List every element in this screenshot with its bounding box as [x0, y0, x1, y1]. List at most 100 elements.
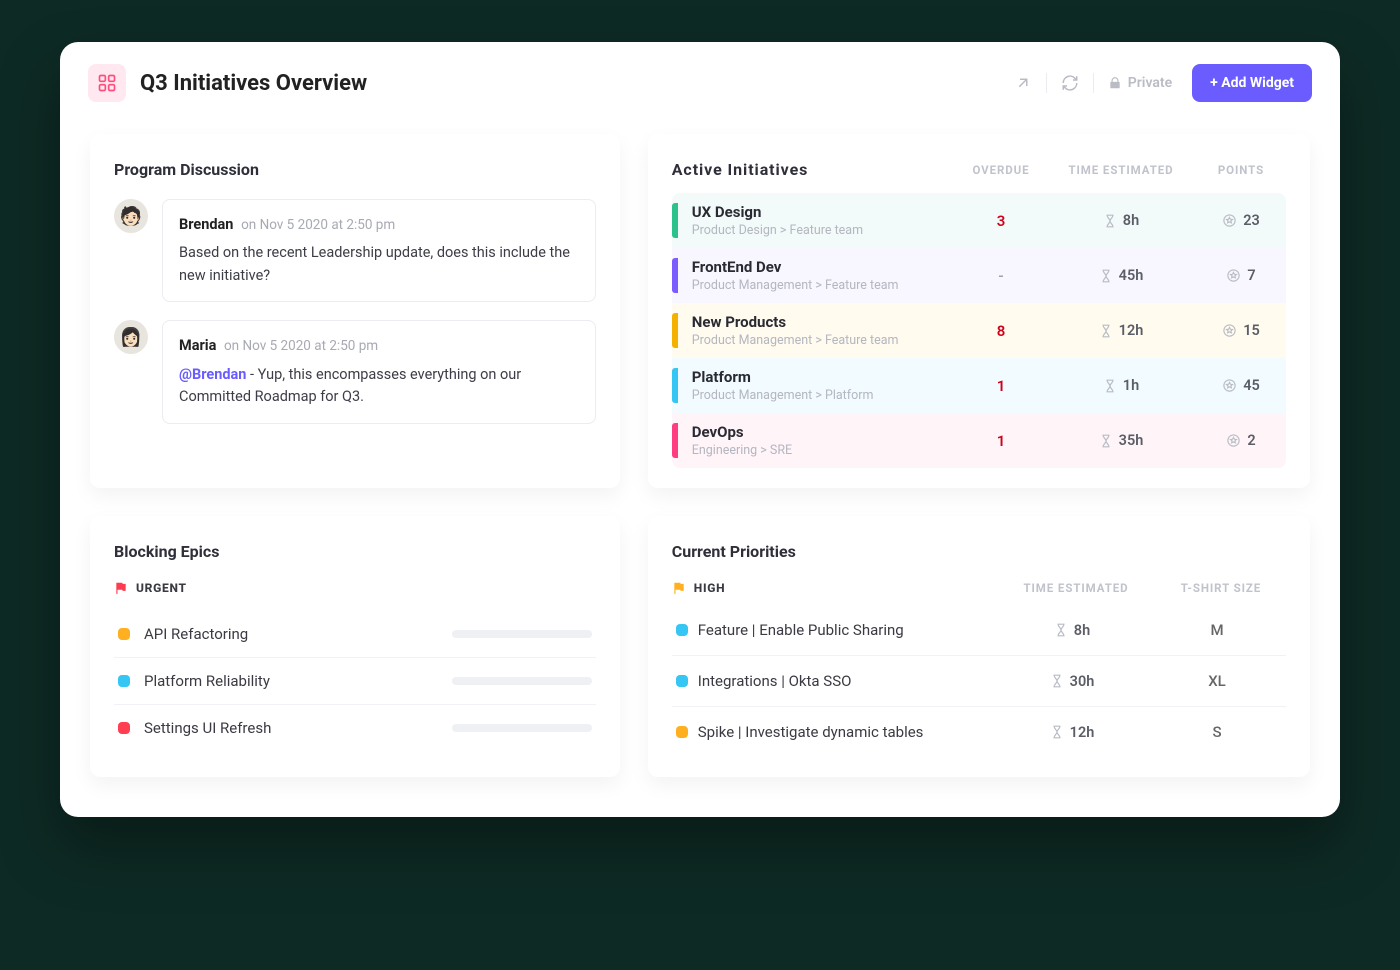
- color-swatch: [118, 675, 130, 687]
- priorities-title: Current Priorities: [672, 542, 1286, 561]
- high-label: HIGH: [694, 581, 726, 595]
- discussion-title: Program Discussion: [114, 160, 596, 179]
- initiative-path: Product Management > Feature team: [692, 278, 946, 293]
- divider: [1093, 73, 1094, 93]
- initiative-main: New Products Product Management > Feature…: [678, 313, 956, 348]
- privacy-toggle[interactable]: Private: [1108, 75, 1172, 91]
- flag-icon: [114, 581, 128, 595]
- priority-row[interactable]: Integrations | Okta SSO30hXL: [672, 656, 1286, 707]
- discussion-card: Program Discussion 🧑🏻 Brendan on Nov 5 2…: [90, 134, 620, 488]
- time-estimated: 45h: [1046, 267, 1196, 284]
- overdue-count: 8: [956, 322, 1046, 340]
- avatar: 👩🏻: [114, 320, 148, 354]
- flag-icon: [672, 581, 686, 595]
- high-flag: HIGH: [672, 581, 996, 595]
- star-badge-icon: [1226, 268, 1241, 283]
- initiative-main: UX Design Product Design > Feature team: [678, 203, 956, 238]
- epic-row[interactable]: Platform Reliability: [114, 658, 596, 705]
- initiative-name: UX Design: [692, 203, 946, 221]
- comment-bubble[interactable]: Brendan on Nov 5 2020 at 2:50 pm Based o…: [162, 199, 596, 302]
- initiative-name: New Products: [692, 313, 946, 331]
- overdue-count: 1: [956, 432, 1046, 450]
- add-widget-button[interactable]: + Add Widget: [1192, 64, 1312, 102]
- initiative-main: Platform Product Management > Platform: [678, 368, 956, 403]
- color-swatch: [676, 675, 688, 687]
- header: Q3 Initiatives Overview Private + Add Wi…: [60, 42, 1340, 124]
- time-estimated: 8h: [1046, 212, 1196, 229]
- epic-row[interactable]: API Refactoring: [114, 611, 596, 658]
- page-title: Q3 Initiatives Overview: [140, 71, 367, 96]
- hourglass-icon: [1099, 269, 1113, 283]
- initiative-row[interactable]: Platform Product Management > Platform 11h…: [672, 358, 1286, 413]
- priority-row[interactable]: Feature | Enable Public Sharing8hM: [672, 605, 1286, 656]
- priority-name: Spike | Investigate dynamic tables: [698, 723, 992, 741]
- time-estimated: 12h: [1046, 322, 1196, 339]
- hourglass-icon: [1050, 674, 1064, 688]
- overdue-count: -: [956, 267, 1046, 285]
- star-badge-icon: [1222, 213, 1237, 228]
- star-badge-icon: [1226, 433, 1241, 448]
- col-points: POINTS: [1196, 163, 1286, 177]
- epic-name: Settings UI Refresh: [144, 719, 438, 737]
- progress-bar: [452, 630, 592, 638]
- tshirt-size: M: [1152, 621, 1282, 639]
- time-estimated: 35h: [1046, 432, 1196, 449]
- time-estimated: 1h: [1046, 377, 1196, 394]
- tshirt-size: XL: [1152, 672, 1282, 690]
- color-swatch: [676, 726, 688, 738]
- star-badge-icon: [1222, 323, 1237, 338]
- comment: 🧑🏻 Brendan on Nov 5 2020 at 2:50 pm Base…: [114, 199, 596, 302]
- initiative-path: Engineering > SRE: [692, 443, 946, 458]
- initiative-row[interactable]: New Products Product Management > Feature…: [672, 303, 1286, 358]
- overdue-count: 3: [956, 212, 1046, 230]
- hourglass-icon: [1103, 379, 1117, 393]
- priority-name: Integrations | Okta SSO: [698, 672, 992, 690]
- initiative-name: Platform: [692, 368, 946, 386]
- priorities-card: Current Priorities HIGH TIME ESTIMATED T…: [648, 516, 1310, 777]
- priority-name: Feature | Enable Public Sharing: [698, 621, 992, 639]
- points: 23: [1196, 212, 1286, 229]
- col-time: TIME ESTIMATED: [996, 581, 1156, 595]
- initiative-row[interactable]: UX Design Product Design > Feature team 38…: [672, 193, 1286, 248]
- initiative-row[interactable]: FrontEnd Dev Product Management > Feature…: [672, 248, 1286, 303]
- star-badge-icon: [1222, 378, 1237, 393]
- expand-icon[interactable]: [1014, 74, 1032, 92]
- blocking-epics-card: Blocking Epics URGENT API RefactoringPla…: [90, 516, 620, 777]
- comment-bubble[interactable]: Maria on Nov 5 2020 at 2:50 pm @Brendan …: [162, 320, 596, 423]
- initiative-name: DevOps: [692, 423, 946, 441]
- points: 15: [1196, 322, 1286, 339]
- app-window: Q3 Initiatives Overview Private + Add Wi…: [60, 42, 1340, 817]
- initiatives-card: Active Initiatives OVERDUE TIME ESTIMATE…: [648, 134, 1310, 488]
- initiative-path: Product Design > Feature team: [692, 223, 946, 238]
- color-swatch: [118, 628, 130, 640]
- app-grid-icon: [88, 64, 126, 102]
- initiative-path: Product Management > Platform: [692, 388, 946, 403]
- initiative-main: FrontEnd Dev Product Management > Feature…: [678, 258, 956, 293]
- col-time: TIME ESTIMATED: [1046, 163, 1196, 177]
- urgent-label: URGENT: [136, 581, 187, 595]
- avatar: 🧑🏻: [114, 199, 148, 233]
- initiative-row[interactable]: DevOps Engineering > SRE 135h2: [672, 413, 1286, 468]
- points: 2: [1196, 432, 1286, 449]
- tshirt-size: S: [1152, 723, 1282, 741]
- epic-row[interactable]: Settings UI Refresh: [114, 705, 596, 751]
- time-estimated: 12h: [992, 724, 1152, 741]
- refresh-icon[interactable]: [1061, 74, 1079, 92]
- urgent-flag: URGENT: [114, 581, 596, 595]
- hourglass-icon: [1050, 725, 1064, 739]
- hourglass-icon: [1103, 214, 1117, 228]
- overdue-count: 1: [956, 377, 1046, 395]
- priority-row[interactable]: Spike | Investigate dynamic tables12hS: [672, 707, 1286, 757]
- epic-name: API Refactoring: [144, 625, 438, 643]
- header-actions: Private + Add Widget: [1014, 64, 1312, 102]
- time-estimated: 30h: [992, 673, 1152, 690]
- initiative-path: Product Management > Feature team: [692, 333, 946, 348]
- mention[interactable]: @Brendan: [179, 366, 246, 383]
- color-swatch: [118, 722, 130, 734]
- privacy-label: Private: [1128, 75, 1172, 91]
- comment-timestamp: on Nov 5 2020 at 2:50 pm: [224, 338, 378, 354]
- progress-bar: [452, 677, 592, 685]
- comment-timestamp: on Nov 5 2020 at 2:50 pm: [241, 217, 395, 233]
- initiative-name: FrontEnd Dev: [692, 258, 946, 276]
- comment-body: Based on the recent Leadership update, d…: [179, 242, 579, 287]
